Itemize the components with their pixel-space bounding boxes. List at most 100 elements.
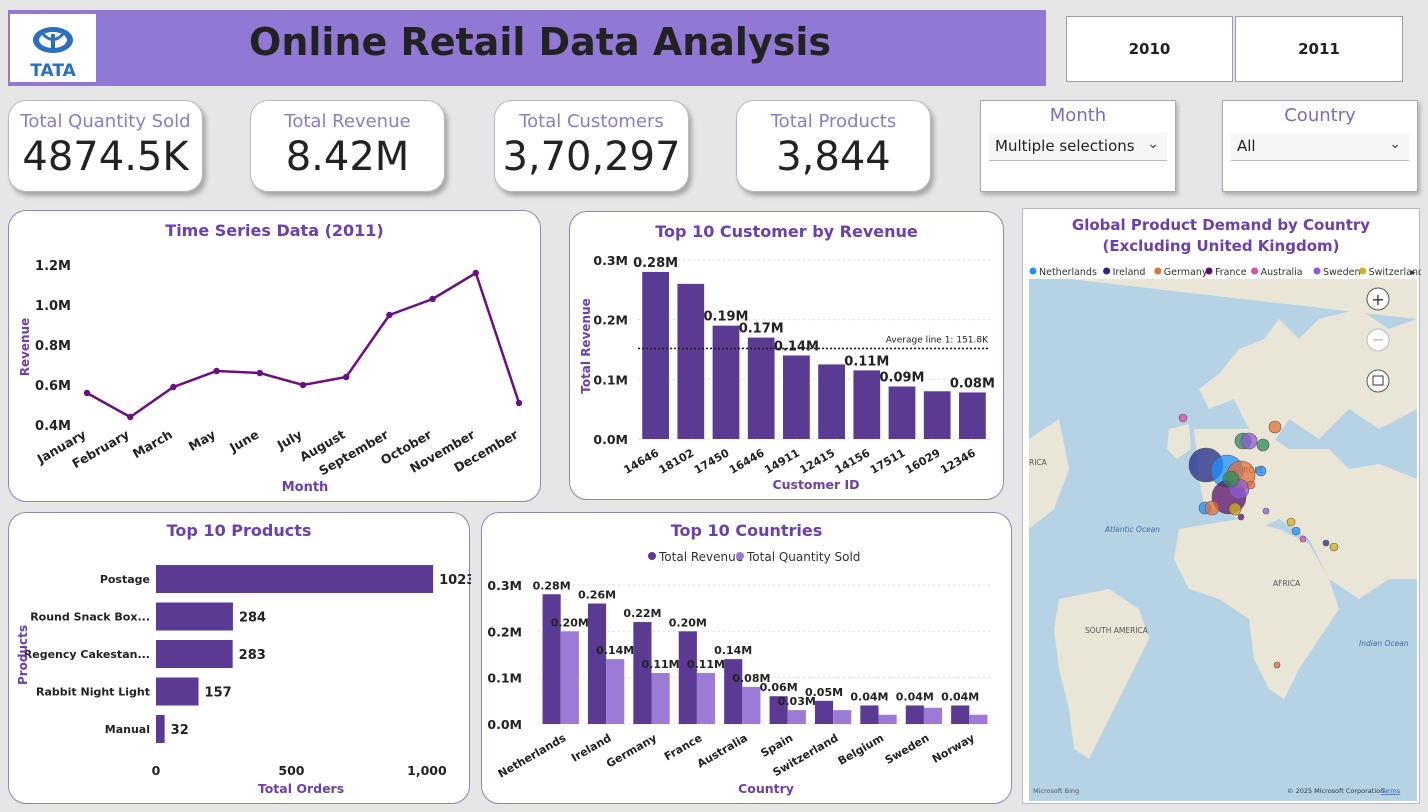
country-slicer: Country All ⌄	[1222, 100, 1418, 192]
logo: TATA	[8, 12, 98, 84]
kpi-value: 3,844	[776, 134, 891, 180]
x-tick-label: 16446	[727, 446, 767, 477]
time-series-chart: 0.4M0.6M0.8M1.0M1.2MJanuaryFebruaryMarch…	[18, 259, 523, 495]
top-countries-card: Top 10 Countries Total Revenue Total Quan…	[481, 512, 1012, 804]
x-tick-label: 14646	[621, 446, 661, 477]
data-point	[127, 413, 134, 421]
map-terms-link: Terms	[1380, 787, 1401, 795]
legend-label: Total Revenue	[658, 550, 743, 564]
map-bubble	[1222, 470, 1240, 488]
y-axis-title: Revenue	[18, 318, 32, 377]
map-bubble	[1299, 535, 1307, 543]
kpi-label: Total Customers	[519, 111, 664, 132]
x-tick-label: May	[186, 427, 218, 454]
y-tick-label: 0.6M	[35, 379, 71, 394]
legend-marker	[1205, 267, 1213, 275]
bar	[156, 677, 199, 706]
month-dropdown[interactable]: Multiple selections ⌄	[989, 133, 1167, 161]
kpi-label: Total Quantity Sold	[20, 111, 191, 132]
kpi-value: 3,70,297	[502, 134, 681, 180]
y-tick-label: 0.2M	[593, 313, 628, 328]
y-tick-label: Regency Cakestan...	[24, 648, 150, 661]
page-title: Online Retail Data Analysis	[249, 20, 831, 64]
bar	[560, 631, 579, 724]
year-button-2011[interactable]: 2011	[1235, 16, 1403, 82]
x-tick-label: 17511	[868, 446, 908, 476]
data-label: 0.20M	[551, 616, 589, 629]
data-label: 0.20M	[669, 616, 707, 629]
legend-marker	[1029, 267, 1037, 275]
bar	[587, 603, 607, 724]
data-point	[83, 389, 91, 397]
country-dropdown-value: All	[1237, 137, 1256, 155]
bar	[156, 640, 233, 668]
data-label: 283	[239, 648, 266, 663]
country-dropdown[interactable]: All ⌄	[1231, 133, 1409, 161]
month-slicer: Month Multiple selections ⌄	[980, 100, 1176, 192]
y-tick-label: 0.0M	[593, 432, 628, 447]
bar	[814, 700, 834, 724]
data-point	[213, 367, 220, 375]
chevron-down-icon: ⌄	[1147, 136, 1159, 152]
map-label: RICA	[1029, 458, 1048, 467]
map-view[interactable]: EUROPEAtlantic OceanAFRICASOUTH AMERICAI…	[1029, 279, 1417, 801]
kpi-total-products: Total Products 3,844	[736, 100, 931, 192]
legend-label: Australia	[1261, 267, 1303, 278]
legend-marker	[1313, 267, 1321, 275]
x-tick-label: 18102	[657, 446, 697, 476]
year-button-2010[interactable]: 2010	[1066, 16, 1233, 82]
bar	[787, 710, 806, 724]
bar	[633, 622, 652, 724]
legend-label: Sweden	[1323, 267, 1361, 278]
bar	[696, 673, 716, 724]
data-point	[343, 373, 350, 381]
x-tick-label: 14156	[833, 446, 873, 477]
x-axis-title: Total Orders	[258, 781, 344, 796]
y-tick-label: Round Snack Box...	[30, 611, 150, 624]
data-label: 0.14M	[774, 339, 819, 354]
legend-label: Netherlands	[1039, 267, 1097, 278]
legend-marker	[1103, 267, 1111, 275]
data-label: 0.14M	[596, 644, 634, 657]
data-label: 284	[239, 611, 266, 626]
x-tick-label: Belgium	[836, 731, 886, 768]
bar	[678, 631, 697, 724]
x-tick-label: 1,000	[407, 763, 447, 778]
y-tick-label: Rabbit Night Light	[36, 686, 150, 699]
map-label: SOUTH AMERICA	[1085, 626, 1149, 635]
kpi-total-customers: Total Customers 3,70,297	[494, 100, 689, 192]
bar	[156, 602, 233, 631]
map-bubble	[1256, 438, 1270, 452]
y-tick-label: 0.0M	[487, 717, 522, 732]
data-label: 0.26M	[578, 589, 616, 602]
data-point	[429, 295, 436, 303]
bar	[905, 705, 924, 724]
bar	[818, 364, 845, 439]
map-bubble	[1246, 480, 1256, 490]
data-label: 32	[171, 723, 189, 738]
tata-logo-icon: TATA	[30, 27, 77, 81]
data-label: 0.06M	[760, 681, 798, 694]
y-tick-label: 0.8M	[35, 339, 71, 354]
x-tick-label: 0	[152, 763, 161, 778]
data-point	[256, 369, 263, 377]
x-tick-label: Germany	[604, 731, 659, 770]
x-tick-label: 12346	[938, 446, 978, 477]
data-label: 0.28M	[633, 256, 678, 271]
x-axis-title: Month	[282, 480, 329, 495]
x-tick-label: 16029	[903, 446, 943, 476]
data-label: 1023	[439, 573, 471, 588]
month-dropdown-value: Multiple selections	[995, 137, 1135, 155]
map-bubble	[1322, 539, 1330, 547]
map-bubble	[1291, 526, 1301, 536]
chevron-down-icon: ⌄	[1389, 136, 1401, 152]
map-bubble	[1237, 513, 1245, 521]
bar	[969, 714, 988, 724]
bar	[783, 355, 810, 439]
bar	[888, 386, 916, 439]
logo-text: TATA	[30, 61, 76, 81]
bar	[833, 710, 852, 724]
data-label: 0.08M	[950, 376, 995, 391]
bar	[747, 337, 775, 439]
average-line-label: Average line 1: 151.8K	[886, 335, 989, 345]
